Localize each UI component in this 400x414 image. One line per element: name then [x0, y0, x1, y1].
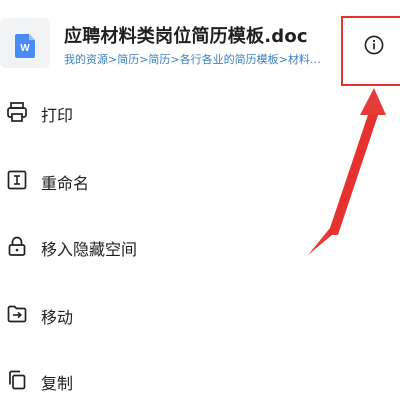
- menu-item-print[interactable]: 打印: [0, 90, 330, 134]
- copy-icon: [9, 370, 26, 390]
- menu-item-copy[interactable]: 复制: [0, 358, 330, 402]
- menu-item-move[interactable]: 移动: [0, 292, 330, 336]
- lock-icon: [8, 236, 26, 256]
- menu-item-label: 重命名: [41, 174, 90, 193]
- word-doc-icon: W: [15, 34, 35, 58]
- menu-item-label: 复制: [41, 374, 74, 393]
- move-icon: [7, 305, 27, 323]
- menu-item-label: 移入隐藏空间: [41, 240, 138, 259]
- file-path-breadcrumb[interactable]: 我的资源>简历>简历>各行各业的简历模板>材料…: [64, 51, 330, 67]
- printer-icon: [7, 102, 27, 122]
- rename-icon: [7, 170, 27, 190]
- menu-item-label: 打印: [41, 106, 74, 125]
- menu-item-hide[interactable]: 移入隐藏空间: [0, 224, 330, 268]
- word-doc-letter: W: [20, 43, 30, 54]
- info-icon[interactable]: [364, 35, 384, 55]
- file-action-sheet: W 应聘材料类岗位简历模板.doc 我的资源>简历>简历>各行各业的简历模板>材…: [0, 0, 400, 414]
- menu-item-rename[interactable]: 重命名: [0, 158, 330, 202]
- menu-item-label: 移动: [41, 308, 74, 327]
- file-title: 应聘材料类岗位简历模板.doc: [64, 26, 308, 47]
